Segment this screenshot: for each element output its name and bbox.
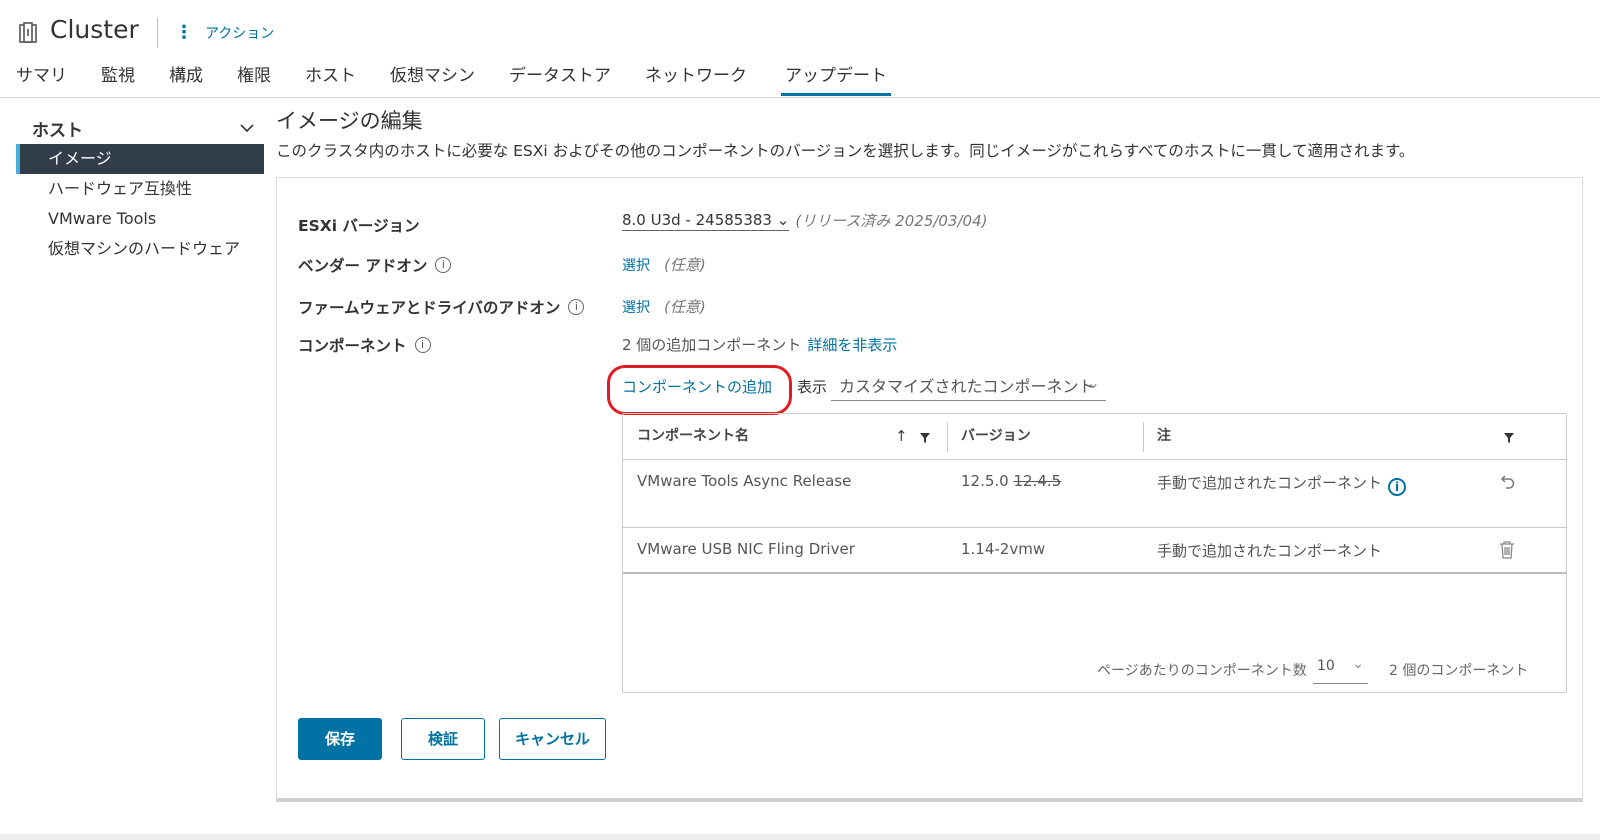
- tab-updates[interactable]: アップデート: [781, 62, 891, 96]
- vendor-addon-value: 選択 (任意): [622, 254, 706, 275]
- tab-hosts[interactable]: ホスト: [305, 62, 356, 96]
- esxi-version-label: ESXi バージョン: [298, 217, 420, 235]
- cluster-icon: [19, 22, 37, 43]
- column-divider: [947, 422, 948, 452]
- filter-icon[interactable]: [919, 432, 931, 444]
- per-page-select[interactable]: 10 ⌄: [1313, 656, 1368, 684]
- edit-image-card: ESXi バージョン 8.0 U3d - 24585383 ⌄ (リリース済み …: [276, 177, 1583, 802]
- vendor-addon-label: ベンダー アドオン i: [298, 254, 452, 276]
- sidebar-heading: ホスト: [32, 120, 83, 141]
- firmware-addon-optional: (任意): [664, 298, 706, 316]
- tab-vms[interactable]: 仮想マシン: [390, 62, 475, 96]
- hide-details-link[interactable]: 詳細を非表示: [807, 334, 897, 355]
- table-row[interactable]: VMware Tools Async Release 12.5.0 12.4.5…: [623, 460, 1566, 528]
- firmware-addon-select-link[interactable]: 選択: [622, 297, 650, 317]
- vendor-addon-optional: (任意): [664, 256, 706, 274]
- cancel-button[interactable]: キャンセル: [499, 718, 606, 760]
- tab-configure[interactable]: 構成: [169, 62, 203, 96]
- section-description: このクラスタ内のホストに必要な ESXi およびその他のコンポーネントのバージョ…: [276, 142, 1415, 160]
- tab-monitor[interactable]: 監視: [101, 62, 135, 96]
- section-title: イメージの編集: [276, 109, 423, 133]
- datagrid-header: コンポーネント名 ↑ バージョン 注: [623, 414, 1566, 460]
- save-button[interactable]: 保存: [298, 718, 382, 760]
- title-divider: [157, 18, 158, 48]
- show-filter-select[interactable]: カスタマイズされたコンポーネント ⌄: [831, 373, 1106, 401]
- component-name: VMware Tools Async Release: [637, 472, 852, 490]
- bottom-divider: [0, 834, 1600, 840]
- esxi-release-date: (リリース済み 2025/03/04): [795, 212, 988, 230]
- info-icon[interactable]: i: [414, 337, 431, 353]
- tab-bar: サマリ 監視 構成 権限 ホスト 仮想マシン データストア ネットワーク アップ…: [16, 62, 925, 96]
- tab-summary[interactable]: サマリ: [16, 62, 67, 96]
- tab-networks[interactable]: ネットワーク: [645, 62, 747, 96]
- more-vertical-icon: ⋮: [175, 22, 193, 43]
- total-count: 2 個のコンポーネント: [1389, 663, 1529, 679]
- page-title: Cluster: [50, 15, 139, 44]
- sidebar-section-hosts[interactable]: ホスト: [16, 112, 264, 144]
- sidebar-item-image[interactable]: イメージ: [16, 144, 264, 174]
- filter-icon[interactable]: [1503, 432, 1515, 444]
- component-note: 手動で追加されたコンポーネント: [1157, 542, 1383, 560]
- component-note: 手動で追加されたコンポーネント i: [1157, 472, 1407, 496]
- undo-icon[interactable]: [1498, 474, 1516, 492]
- info-icon[interactable]: i: [435, 257, 452, 273]
- column-header-version[interactable]: バージョン: [961, 414, 1031, 460]
- sidebar-item-vm-hardware[interactable]: 仮想マシンのハードウェア: [16, 234, 264, 264]
- tab-permissions[interactable]: 権限: [237, 62, 271, 96]
- vendor-addon-select-link[interactable]: 選択: [622, 255, 650, 275]
- components-datagrid: コンポーネント名 ↑ バージョン 注 VMware Tools Async Re…: [622, 413, 1567, 693]
- validate-button[interactable]: 検証: [401, 718, 485, 760]
- column-header-name[interactable]: コンポーネント名: [637, 414, 749, 460]
- esxi-version-value: 8.0 U3d - 24585383 ⌄ (リリース済み 2025/03/04): [622, 210, 988, 231]
- chevron-down-icon: ⌄: [1086, 373, 1100, 392]
- column-header-note[interactable]: 注: [1157, 414, 1171, 460]
- esxi-version-select[interactable]: 8.0 U3d - 24585383 ⌄: [622, 211, 790, 231]
- old-version: 12.4.5: [1013, 472, 1062, 490]
- tab-datastores[interactable]: データストア: [509, 62, 611, 96]
- trash-icon[interactable]: [1499, 541, 1515, 559]
- info-icon[interactable]: i: [568, 299, 585, 315]
- sidebar-item-vmware-tools[interactable]: VMware Tools: [16, 204, 264, 234]
- table-row[interactable]: VMware USB NIC Fling Driver 1.14-2vmw 手動…: [623, 528, 1566, 574]
- datagrid-footer: ページあたりのコンポーネント数 10 ⌄ 2 個のコンポーネント: [623, 648, 1566, 692]
- component-version: 12.5.0 12.4.5: [961, 472, 1062, 490]
- add-component-button[interactable]: コンポーネントの追加: [622, 376, 772, 397]
- chevron-down-icon: ⌄: [1352, 656, 1364, 672]
- sort-asc-icon[interactable]: ↑: [895, 414, 908, 460]
- component-name: VMware USB NIC Fling Driver: [637, 540, 855, 558]
- firmware-addon-value: 選択 (任意): [622, 296, 706, 317]
- show-label: 表示: [797, 378, 828, 396]
- chevron-down-icon: [240, 124, 254, 133]
- firmware-addon-label: ファームウェアとドライバのアドオン i: [298, 296, 585, 318]
- header: Cluster ⋮ アクション サマリ 監視 構成 権限 ホスト 仮想マシン デ…: [0, 0, 1600, 98]
- components-summary: 2 個の追加コンポーネント 詳細を非表示: [622, 334, 898, 355]
- component-version: 1.14-2vmw: [961, 540, 1046, 558]
- info-icon[interactable]: i: [1388, 478, 1407, 496]
- actions-label: アクション: [205, 25, 275, 42]
- per-page-label: ページあたりのコンポーネント数: [1097, 663, 1307, 679]
- column-divider: [1143, 422, 1144, 452]
- actions-menu[interactable]: ⋮ アクション: [175, 22, 274, 43]
- components-label: コンポーネント i: [298, 334, 431, 356]
- sidebar-item-hardware-compatibility[interactable]: ハードウェア互換性: [16, 174, 264, 204]
- sidebar: ホスト イメージ ハードウェア互換性 VMware Tools 仮想マシンのハー…: [16, 112, 264, 264]
